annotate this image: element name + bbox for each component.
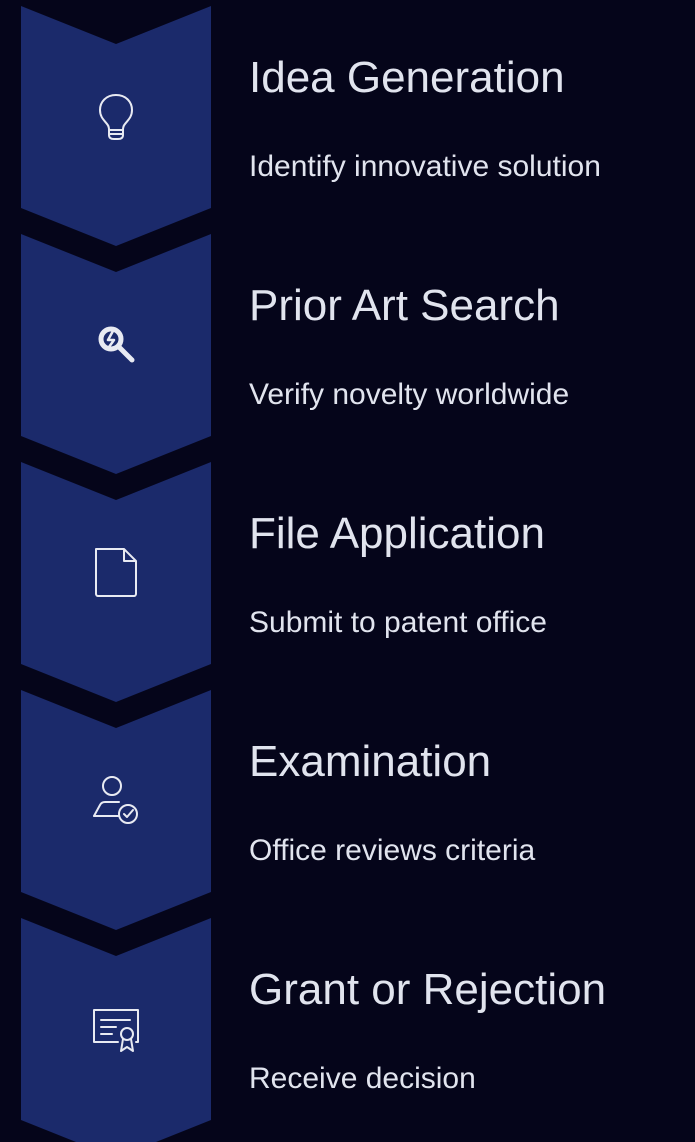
- lightbulb-icon: [88, 88, 144, 144]
- step-prior-art-search: Prior Art Search Verify novelty worldwid…: [0, 234, 695, 474]
- step-title: Examination: [249, 737, 492, 786]
- step-chevron: [21, 462, 211, 702]
- step-chevron: [21, 918, 211, 1142]
- step-description: Verify novelty worldwide: [249, 378, 570, 411]
- step-chevron: [21, 6, 211, 246]
- step-description: Submit to patent office: [249, 606, 547, 639]
- step-examination: Examination Office reviews criteria: [0, 690, 695, 930]
- step-title: Idea Generation: [249, 53, 565, 102]
- user-check-icon: [88, 772, 144, 828]
- step-chevron: [21, 690, 211, 930]
- certificate-icon: [88, 1000, 144, 1056]
- search-icon: [88, 316, 144, 372]
- step-description: Identify innovative solution: [249, 150, 601, 183]
- step-description: Office reviews criteria: [249, 834, 536, 867]
- step-grant-or-rejection: Grant or Rejection Receive decision: [0, 918, 695, 1142]
- step-description: Receive decision: [249, 1062, 476, 1095]
- step-idea-generation: Idea Generation Identify innovative solu…: [0, 6, 695, 246]
- step-title: File Application: [249, 509, 545, 558]
- step-title: Prior Art Search: [249, 281, 560, 330]
- step-title: Grant or Rejection: [249, 965, 607, 1014]
- patent-process-diagram: Idea Generation Identify innovative solu…: [0, 0, 695, 1142]
- document-icon: [88, 544, 144, 600]
- step-file-application: File Application Submit to patent office: [0, 462, 695, 702]
- step-chevron: [21, 234, 211, 474]
